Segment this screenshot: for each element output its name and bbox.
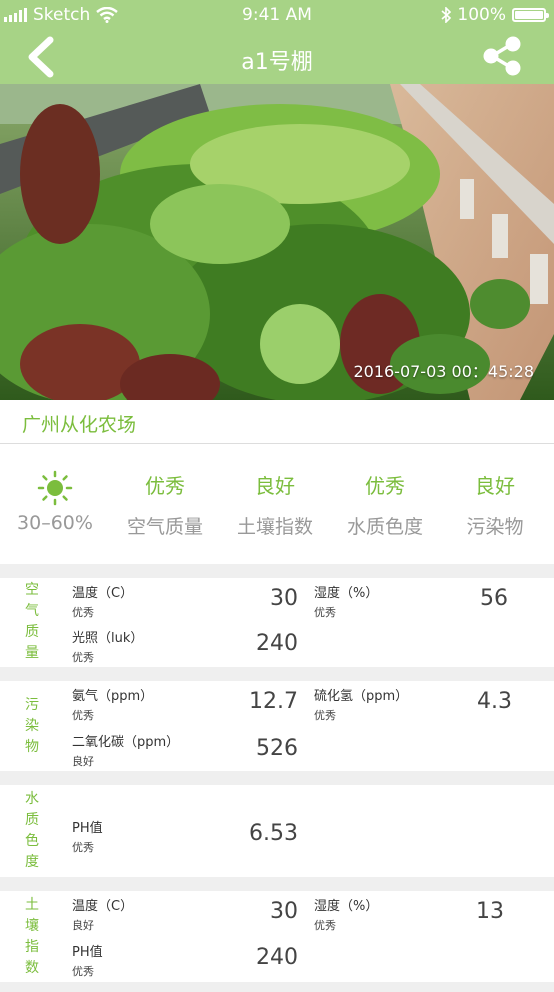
summary-panel: 30–60% 优秀 空气质量 良好 土壤指数 优秀 水质色度 良好 污染物 bbox=[0, 444, 554, 564]
farm-header: 广州从化农场 bbox=[0, 400, 554, 444]
summary-item-air: 优秀 空气质量 bbox=[110, 470, 220, 539]
section-divider bbox=[0, 982, 554, 992]
soil-section: 土壤指数 温度（C） 良好 30 湿度（%） 优秀 13 PH值 优秀 240 bbox=[0, 891, 554, 982]
air-quality-section: 空气质量 温度（C） 优秀 30 湿度（%） 优秀 56 光照（luk） 优秀 … bbox=[0, 578, 554, 667]
air-temperature-status: 优秀 bbox=[72, 606, 94, 619]
section-divider bbox=[0, 564, 554, 578]
soil-temperature-label: 温度（C） bbox=[72, 899, 134, 914]
section-divider bbox=[0, 877, 554, 891]
co2-value: 526 bbox=[256, 736, 298, 761]
section-label-pollutants: 污染物 bbox=[25, 697, 39, 755]
greenhouse-photo: 2016-07-03 00：45:28 bbox=[0, 84, 554, 400]
summary-item-pollutants: 良好 污染物 bbox=[440, 470, 550, 539]
photo-timestamp: 2016-07-03 00：45:28 bbox=[353, 362, 534, 381]
battery-percent: 100% bbox=[457, 5, 506, 25]
section-divider bbox=[0, 771, 554, 785]
summary-temperature-range: 30–60% bbox=[17, 512, 93, 534]
soil-ph-label: PH值 bbox=[72, 945, 103, 960]
section-label-air: 空气质量 bbox=[25, 582, 39, 661]
summary-soil-rating: 良好 bbox=[255, 474, 295, 498]
air-light-status: 优秀 bbox=[72, 651, 94, 664]
co2-label: 二氧化碳（ppm） bbox=[72, 735, 180, 750]
soil-ph-status: 优秀 bbox=[72, 965, 94, 978]
sun-icon bbox=[37, 470, 73, 506]
summary-water-rating: 优秀 bbox=[365, 474, 405, 498]
soil-temperature-status: 良好 bbox=[72, 919, 94, 932]
air-humidity-value: 56 bbox=[480, 586, 508, 611]
battery-icon bbox=[512, 8, 549, 22]
section-label-soil: 土壤指数 bbox=[25, 897, 39, 976]
summary-pollutants-rating: 良好 bbox=[475, 474, 515, 498]
water-section: 水质色度 PH值 优秀 6.53 bbox=[0, 785, 554, 877]
summary-air-label: 空气质量 bbox=[126, 516, 203, 538]
ammonia-status: 优秀 bbox=[72, 709, 94, 722]
hydrogen-sulfide-label: 硫化氢（ppm） bbox=[314, 689, 409, 704]
summary-item-water: 优秀 水质色度 bbox=[330, 470, 440, 539]
air-light-label: 光照（luk） bbox=[72, 631, 144, 646]
pollutants-section: 污染物 氨气（ppm） 优秀 12.7 硫化氢（ppm） 优秀 4.3 二氧化碳… bbox=[0, 681, 554, 771]
water-ph-label: PH值 bbox=[72, 821, 103, 836]
summary-item-temperature: 30–60% bbox=[0, 470, 110, 534]
summary-item-soil: 良好 土壤指数 bbox=[220, 470, 330, 539]
summary-water-label: 水质色度 bbox=[346, 516, 423, 538]
air-humidity-status: 优秀 bbox=[314, 606, 336, 619]
water-ph-value: 6.53 bbox=[249, 821, 298, 846]
status-bar: Sketch 9:41 AM 100% bbox=[0, 0, 554, 30]
hydrogen-sulfide-status: 优秀 bbox=[314, 709, 336, 722]
soil-ph-value: 240 bbox=[256, 945, 298, 970]
air-temperature-label: 温度（C） bbox=[72, 586, 134, 601]
soil-humidity-status: 优秀 bbox=[314, 919, 336, 932]
air-humidity-label: 湿度（%） bbox=[314, 586, 379, 601]
hydrogen-sulfide-value: 4.3 bbox=[477, 689, 512, 714]
farm-name: 广州从化农场 bbox=[22, 414, 137, 436]
summary-soil-label: 土壤指数 bbox=[236, 516, 313, 538]
air-light-value: 240 bbox=[256, 631, 298, 656]
summary-pollutants-label: 污染物 bbox=[466, 516, 524, 538]
soil-humidity-value: 13 bbox=[476, 899, 504, 924]
section-divider bbox=[0, 667, 554, 681]
share-icon[interactable] bbox=[480, 34, 524, 78]
air-temperature-value: 30 bbox=[270, 586, 298, 611]
page-title: a1号棚 bbox=[241, 50, 313, 75]
soil-humidity-label: 湿度（%） bbox=[314, 899, 379, 914]
summary-air-rating: 优秀 bbox=[145, 474, 185, 498]
ammonia-label: 氨气（ppm） bbox=[72, 689, 154, 704]
ammonia-value: 12.7 bbox=[249, 689, 298, 714]
bluetooth-icon bbox=[441, 7, 452, 23]
co2-status: 良好 bbox=[72, 755, 94, 768]
section-label-water: 水质色度 bbox=[25, 791, 39, 870]
water-ph-status: 优秀 bbox=[72, 841, 94, 854]
nav-bar: a1号棚 bbox=[0, 30, 554, 84]
soil-temperature-value: 30 bbox=[270, 899, 298, 924]
